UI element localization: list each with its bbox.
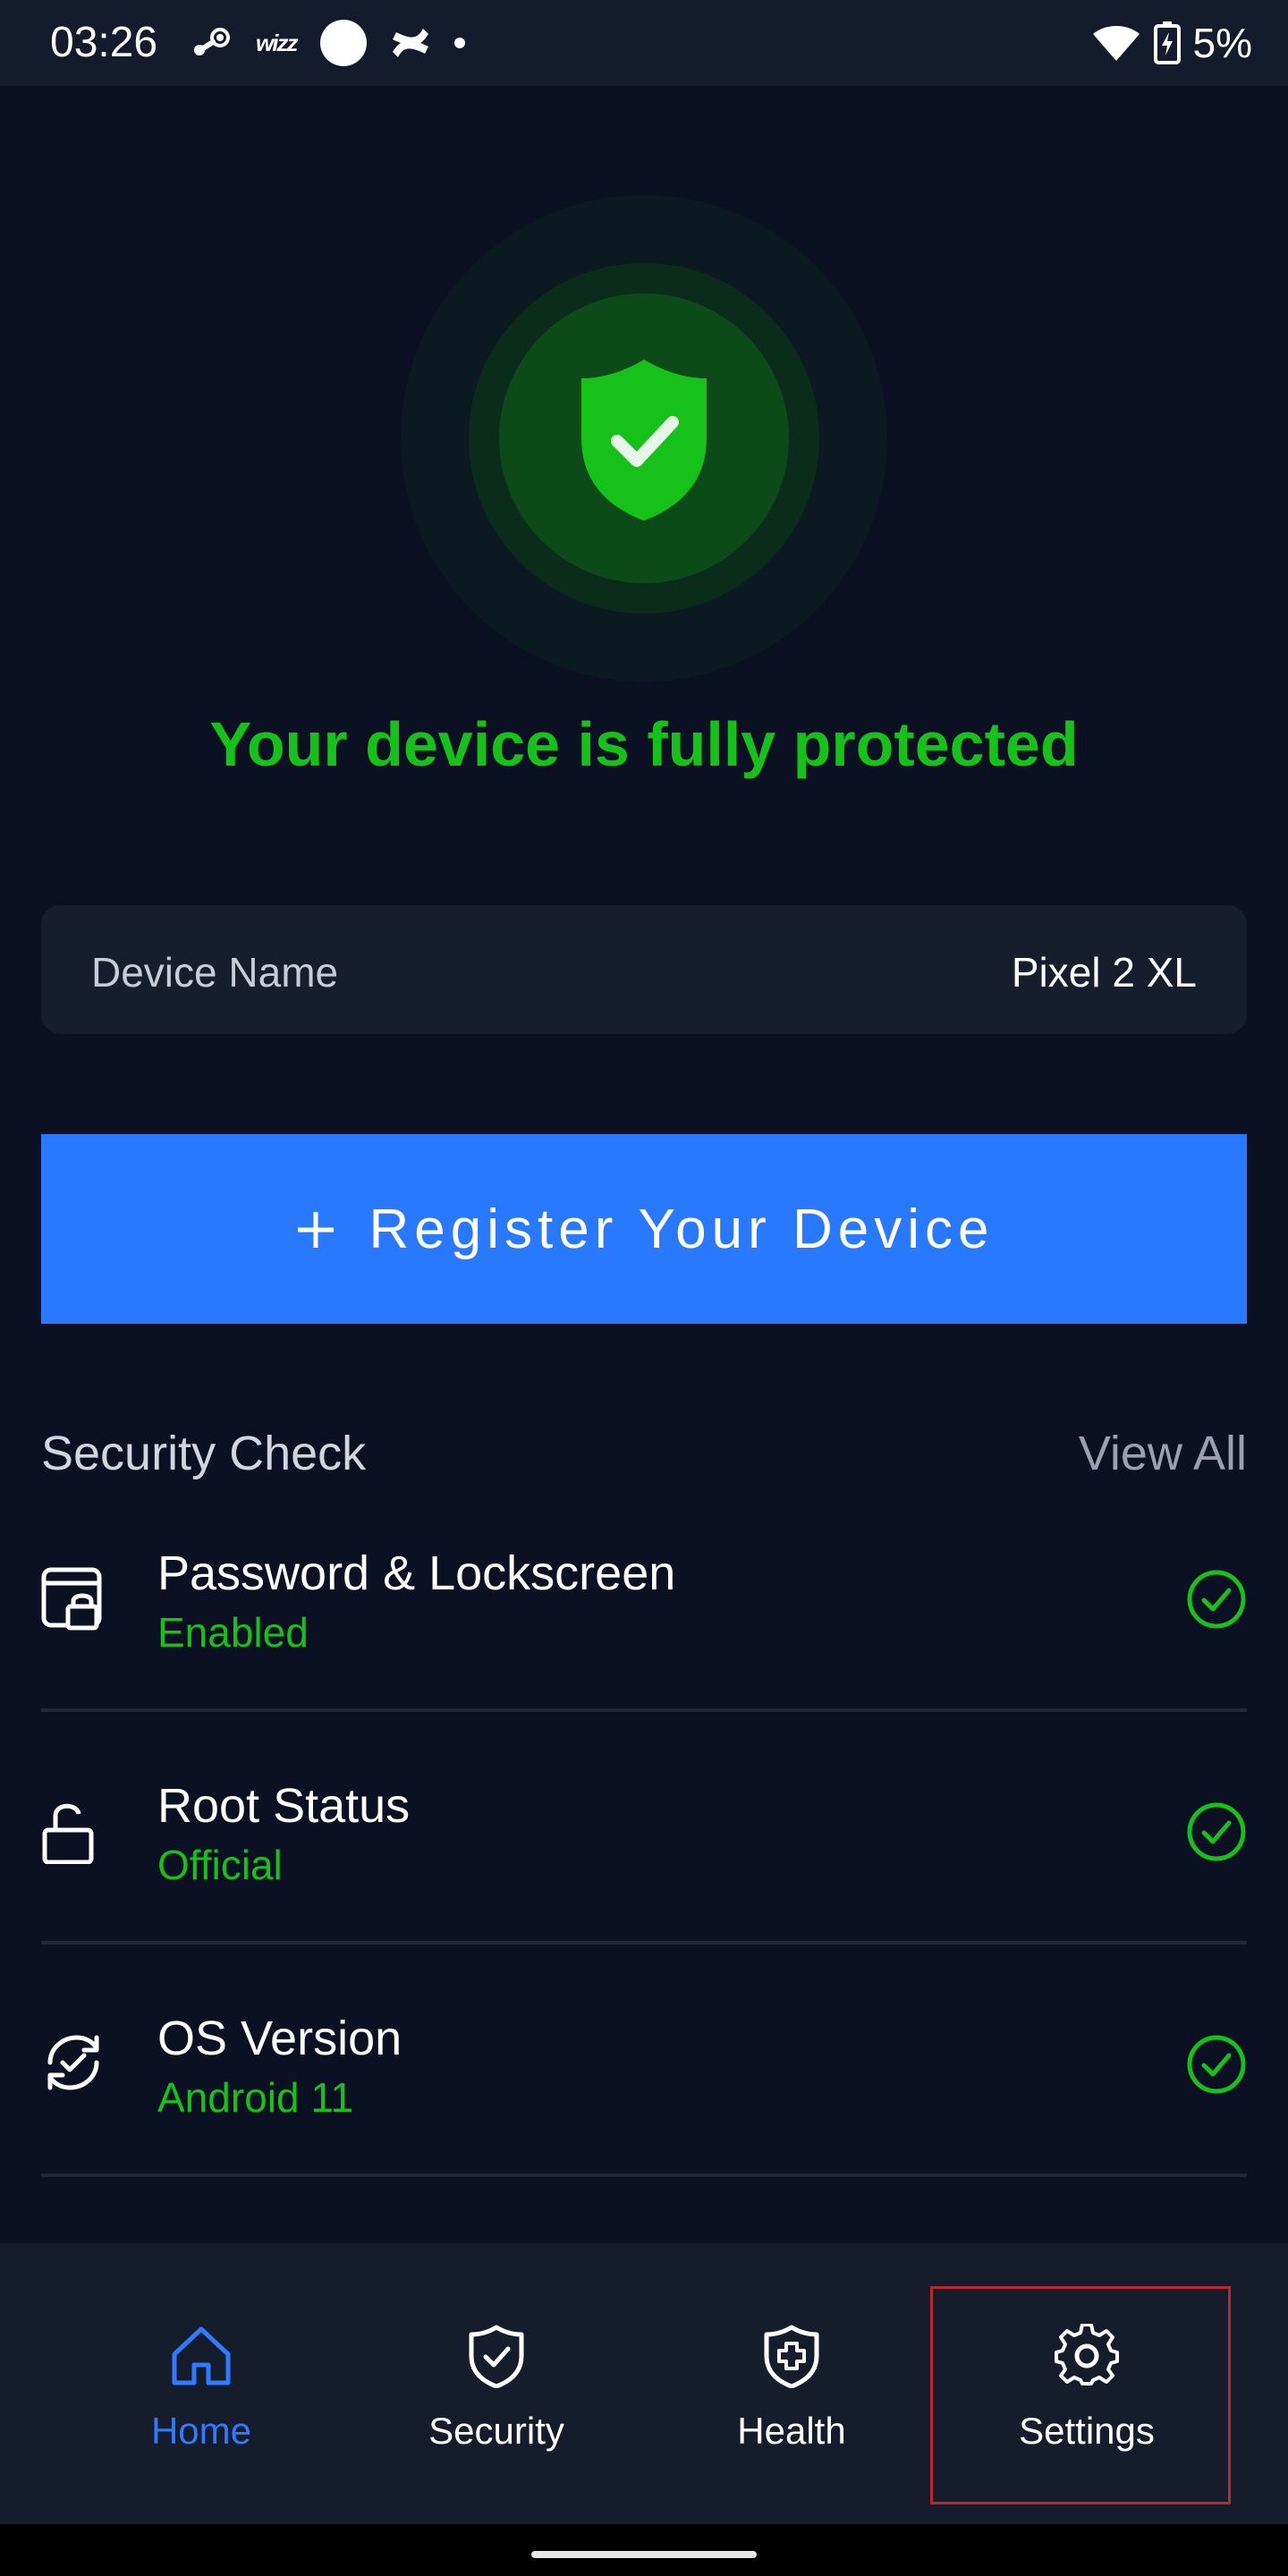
check-circle-icon: [1187, 1570, 1246, 1629]
nav-health-label: Health: [737, 2410, 846, 2452]
security-check-title: Security Check: [41, 1427, 367, 1480]
nav-home-label: Home: [150, 2410, 252, 2452]
security-item-os-version[interactable]: OS Version Android 11: [41, 2000, 1247, 2231]
device-name-label: Device Name: [91, 949, 339, 996]
security-item-status: Enabled: [157, 1609, 309, 1656]
battery-percentage: 5%: [1192, 20, 1252, 66]
divider: [41, 1941, 1247, 1945]
system-icons: 5%: [1091, 16, 1252, 70]
device-name-value: Pixel 2 XL: [1011, 949, 1197, 996]
shield-check-icon: [469, 2325, 524, 2388]
security-item-password-lockscreen[interactable]: Password & Lockscreen Enabled: [41, 1535, 1247, 1766]
nav-settings[interactable]: Settings: [939, 2243, 1234, 2524]
dot-icon: [454, 38, 466, 48]
bottom-navigation: Home Security Health Settings: [0, 2243, 1288, 2524]
divider: [41, 1708, 1247, 1712]
view-all-link[interactable]: View All: [1079, 1426, 1247, 1481]
protection-status-title: Your device is fully protected: [209, 709, 1079, 779]
nav-security-label: Security: [428, 2410, 564, 2452]
confluence-icon: [393, 29, 429, 57]
status-time: 03:26: [50, 19, 158, 66]
home-icon: [172, 2326, 231, 2385]
security-item-title: Root Status: [157, 1779, 411, 1833]
wizz-icon: wizz: [256, 29, 298, 56]
security-item-status: Android 11: [157, 2074, 354, 2121]
nav-security[interactable]: Security: [349, 2243, 644, 2524]
protection-shield-graphic: [394, 188, 894, 689]
register-device-label: Register Your Device: [369, 1198, 995, 1260]
unlock-icon: [42, 1803, 94, 1864]
status-bar: 03:26 wizz 5%: [0, 0, 1288, 86]
circle-icon: [320, 20, 368, 66]
wifi-icon: [1092, 26, 1140, 61]
check-circle-icon: [1187, 1802, 1246, 1861]
steam-icon: [194, 28, 230, 55]
lockscreen-icon: [41, 1567, 102, 1631]
security-item-title: Password & Lockscreen: [157, 1546, 676, 1600]
sync-check-icon: [47, 2035, 99, 2090]
check-circle-icon: [1187, 2035, 1246, 2094]
gear-icon: [1055, 2324, 1119, 2385]
divider: [41, 2174, 1247, 2177]
plus-icon: [294, 1196, 337, 1262]
shield-icon: [401, 195, 887, 682]
security-item-status: Official: [157, 1842, 283, 1888]
gesture-area: [0, 2524, 1288, 2576]
nav-settings-label: Settings: [1019, 2410, 1155, 2452]
home-gesture-bar[interactable]: [531, 2551, 757, 2558]
security-item-root-status[interactable]: Root Status Official: [41, 1767, 1247, 1998]
notification-icons: wizz: [191, 20, 466, 66]
battery-charging-icon: [1153, 21, 1181, 64]
nav-health[interactable]: Health: [644, 2243, 939, 2524]
register-device-button[interactable]: Register Your Device: [41, 1134, 1247, 1324]
shield-plus-icon: [764, 2325, 819, 2388]
nav-home[interactable]: Home: [54, 2243, 349, 2524]
device-name-card: Device Name Pixel 2 XL: [41, 905, 1247, 1034]
security-item-title: OS Version: [157, 2012, 402, 2065]
